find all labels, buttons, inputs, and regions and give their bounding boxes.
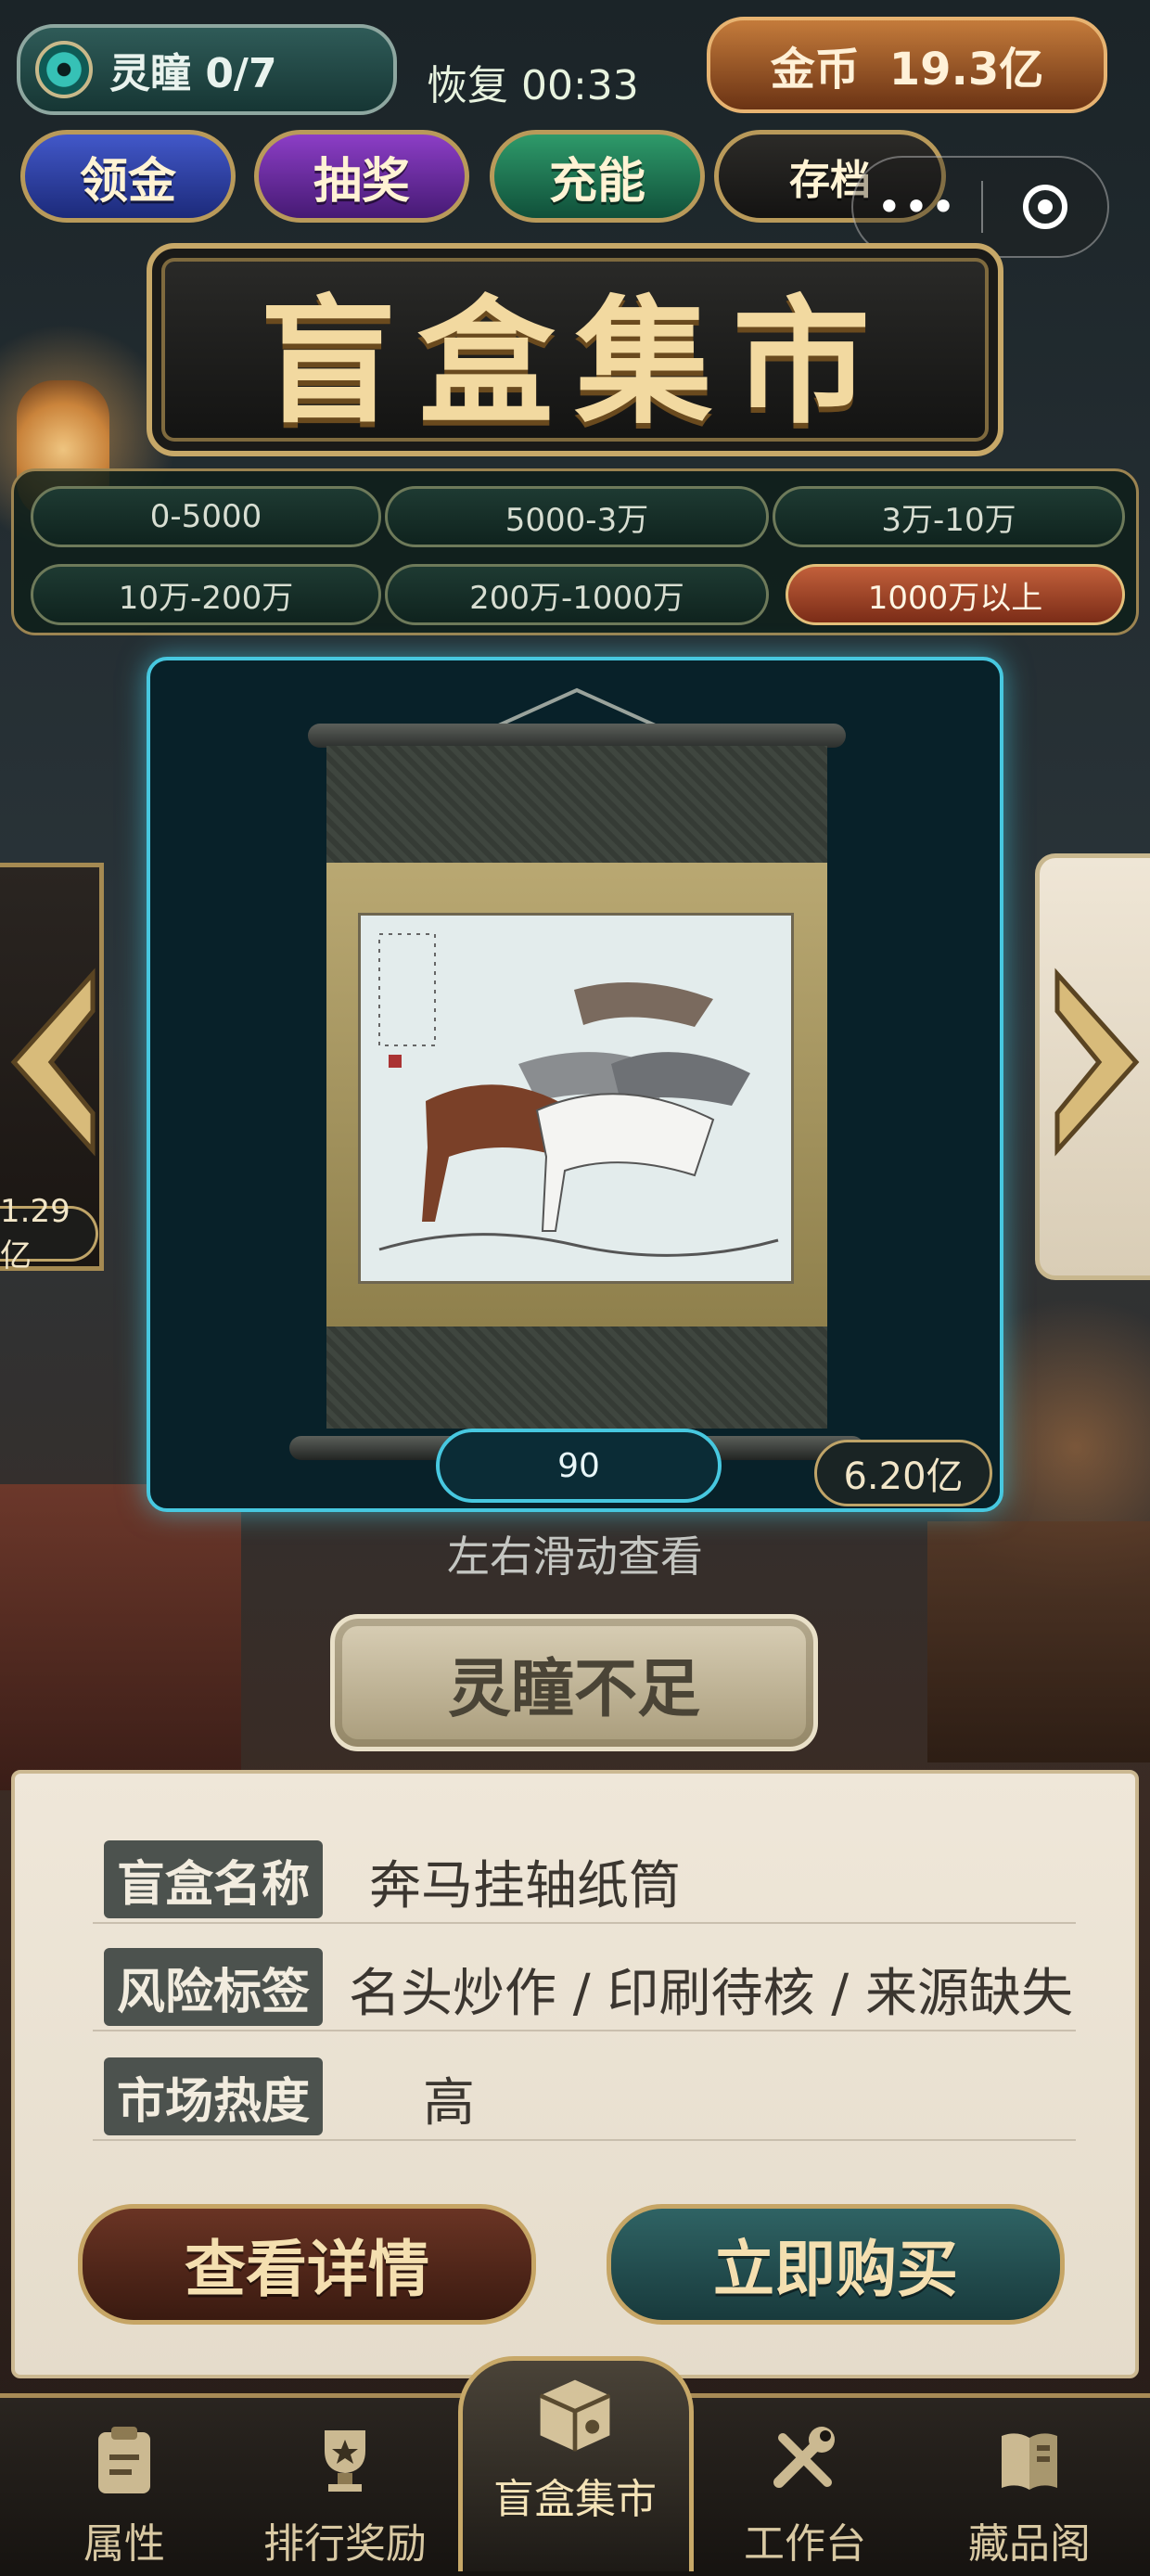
info-row-name: 盲盒名称 奔马挂轴纸筒 xyxy=(93,1820,1076,1924)
nav-label: 藏品阁 xyxy=(968,2520,1091,2568)
price-filter-panel: 0-5000 5000-3万 3万-10万 10万-200万 200万-1000… xyxy=(11,468,1139,635)
info-label: 市场热度 xyxy=(104,2057,324,2135)
nav-label: 排行奖励 xyxy=(263,2520,427,2568)
horses-illustration xyxy=(361,916,791,1281)
nav-item-workbench[interactable]: 工作台 xyxy=(703,2421,907,2570)
clipboard-icon xyxy=(84,2421,164,2499)
nav-item-collection[interactable]: 藏品阁 xyxy=(927,2421,1131,2570)
info-row-risk: 风险标签 名头炒作 / 印刷待核 / 来源缺失 xyxy=(93,1928,1076,2031)
price-filter-chip[interactable]: 5000-3万 xyxy=(385,486,769,547)
gold-label: 金币 xyxy=(770,44,860,96)
target-icon xyxy=(1022,185,1067,229)
box-icon xyxy=(535,2375,615,2454)
price-filter-chip[interactable]: 200万-1000万 xyxy=(385,564,769,625)
eye-icon xyxy=(35,41,93,98)
info-value: 高 xyxy=(423,2073,475,2134)
nav-label: 盲盒集市 xyxy=(493,2476,657,2523)
lottery-button[interactable]: 抽奖 xyxy=(254,130,469,223)
swipe-hint: 左右滑动查看 xyxy=(447,1532,703,1582)
info-value: 名头炒作 / 印刷待核 / 来源缺失 xyxy=(349,1964,1073,2024)
price-filter-chip[interactable]: 0-5000 xyxy=(31,486,381,547)
price-filter-chip[interactable]: 10万-200万 xyxy=(31,564,381,625)
nav-item-rankings[interactable]: 排行奖励 xyxy=(243,2421,447,2570)
item-price-badge: 6.20亿 xyxy=(814,1440,992,1506)
scroll-top-rod xyxy=(308,724,846,748)
trophy-icon xyxy=(305,2421,385,2499)
horse-painting xyxy=(358,913,794,1284)
price-filter-chip[interactable]: 3万-10万 xyxy=(773,486,1125,547)
tools-icon xyxy=(765,2421,845,2499)
price-filter-chip-active[interactable]: 1000万以上 xyxy=(786,564,1125,625)
info-label: 盲盒名称 xyxy=(104,1840,324,1918)
page-title: 盲盒集市 xyxy=(260,280,890,442)
chevron-left-icon xyxy=(10,968,96,1157)
buy-now-button[interactable]: 立即购买 xyxy=(607,2204,1065,2325)
nav-label: 属性 xyxy=(83,2520,165,2568)
view-details-button[interactable]: 查看详情 xyxy=(78,2204,536,2325)
title-banner: 盲盒集市 xyxy=(147,243,1003,456)
nav-label: 工作台 xyxy=(744,2520,866,2568)
blind-box-card[interactable]: 90 6.20亿 xyxy=(147,657,1003,1512)
previous-item-price: 1.29亿 xyxy=(0,1193,98,1275)
close-miniprogram-button[interactable] xyxy=(983,185,1107,229)
recharge-button[interactable]: 充能 xyxy=(490,130,705,223)
nav-item-attributes[interactable]: 属性 xyxy=(22,2421,226,2570)
nav-item-blind-box-market[interactable]: 盲盒集市 xyxy=(473,2375,677,2523)
spirit-eye-counter[interactable]: 灵瞳 0/7 xyxy=(17,24,397,115)
more-menu-button[interactable]: ••• xyxy=(853,182,981,232)
spirit-eye-label: 灵瞳 0/7 xyxy=(109,50,277,97)
chevron-right-icon xyxy=(1054,968,1140,1157)
collect-gold-button[interactable]: 领金 xyxy=(20,130,236,223)
insufficient-eye-button[interactable]: 灵瞳不足 xyxy=(330,1614,818,1751)
info-row-heat: 市场热度 高 xyxy=(93,2037,1076,2141)
book-icon xyxy=(990,2421,1069,2499)
info-value: 奔马挂轴纸筒 xyxy=(369,1856,681,1916)
gold-counter[interactable]: 金币 19.3亿 xyxy=(707,17,1107,113)
previous-arrow-button[interactable] xyxy=(0,965,102,1160)
next-arrow-button[interactable] xyxy=(1048,965,1150,1160)
gold-value: 19.3亿 xyxy=(888,44,1044,96)
info-label: 风险标签 xyxy=(104,1948,324,2026)
recover-timer: 恢复 00:33 xyxy=(427,62,639,109)
item-number-badge: 90 xyxy=(436,1429,722,1503)
